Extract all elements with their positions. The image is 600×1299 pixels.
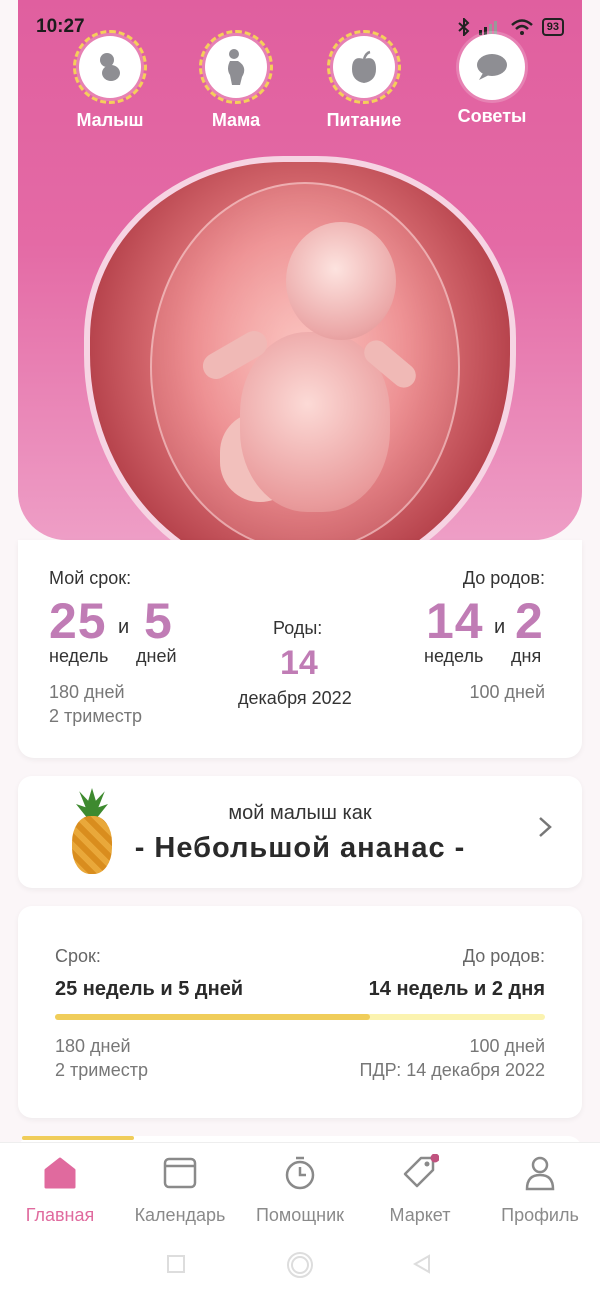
remaining-weeks: 14 [426,593,484,649]
section-nav: Малыш Мама Питание Советы [18,30,582,140]
baby-icon [100,53,120,81]
progress-right-value: 14 недель и 2 дня [368,978,545,1000]
term-and: и [118,616,130,638]
pregnancy-info-card: Мой срок: 25 и 5 недель дней 180 дней 2 … [18,540,582,758]
progress-left-value: 25 недель и 5 дней [55,978,244,1000]
remaining-weeks-label: недель [424,646,484,666]
baby-size-card[interactable]: мой малыш как - Небольшой ананас - [18,776,582,888]
nav-nutrition-label: Питание [326,110,402,130]
tab-assistant-label: Помощник [255,1205,344,1225]
nav-baby-label: Малыш [76,110,144,130]
tag-icon [403,1154,439,1188]
bottom-navigation: Главная Календарь Помощник Маркет Профил… [0,1142,600,1232]
baby-size-name: - Небольшой ананас - [134,832,466,864]
apple-icon [352,50,376,83]
term-weeks: 25 [49,593,107,649]
tab-market[interactable]: Маркет [360,1153,480,1226]
progress-due-date: ПДР: 14 декабря 2022 [359,1060,545,1080]
progress-right-title: До родов: [462,946,545,966]
back-icon[interactable] [412,1254,432,1274]
nav-mom[interactable]: Мама [181,30,291,131]
nav-tips[interactable]: Советы [437,30,547,127]
remaining-days: 2 [515,593,544,649]
progress-fill [55,1014,370,1020]
tab-home[interactable]: Главная [0,1153,120,1226]
term-days: 5 [144,593,173,649]
tab-calendar-label: Календарь [134,1205,226,1225]
remaining-title: До родов: [462,568,545,588]
baby-size-caption: мой малыш как [228,802,372,824]
tab-profile[interactable]: Профиль [480,1153,600,1226]
recents-icon[interactable] [166,1254,186,1274]
progress-left-days: 180 дней [55,1036,131,1056]
nav-baby[interactable]: Малыш [55,30,165,131]
nav-tips-label: Советы [457,106,527,126]
term-days-label: дней [136,646,177,666]
system-navigation-bar [0,1232,600,1299]
remaining-days-label: дня [511,646,542,666]
chat-bubble-icon [477,54,507,80]
term-weeks-label: недель [49,646,109,666]
pregnancy-progress-bar [55,1014,545,1020]
progress-right-days: 100 дней [469,1036,545,1056]
pregnant-woman-icon [228,49,245,85]
birth-day: 14 [280,644,318,682]
term-total-days: 180 дней [49,682,125,702]
nav-nutrition[interactable]: Питание [309,30,419,131]
progress-left-title: Срок: [55,946,101,966]
home-icon [44,1157,76,1189]
chevron-right-icon [539,817,552,837]
app-screen: { "status": { "time": "10:27", "battery"… [0,0,600,1299]
tab-assistant[interactable]: Помощник [240,1153,360,1226]
remaining-and: и [494,616,506,638]
profile-icon [525,1156,555,1191]
home-button-icon[interactable] [285,1250,315,1280]
birth-month-year: декабря 2022 [238,688,352,708]
stopwatch-icon [285,1156,315,1190]
birth-title: Роды: [273,618,323,638]
tab-calendar[interactable]: Календарь [120,1153,240,1226]
progress-card: Срок: 25 недель и 5 дней До родов: 14 не… [18,906,582,1118]
progress-left-trimester: 2 триместр [55,1060,148,1080]
tab-profile-label: Профиль [501,1205,579,1225]
nav-mom-label: Мама [211,110,261,130]
calendar-icon [163,1157,197,1189]
tab-home-label: Главная [25,1205,95,1225]
my-term-title: Мой срок: [49,568,132,588]
tab-market-label: Маркет [389,1205,451,1225]
remaining-total-days: 100 дней [469,682,545,702]
term-trimester: 2 триместр [49,706,142,726]
